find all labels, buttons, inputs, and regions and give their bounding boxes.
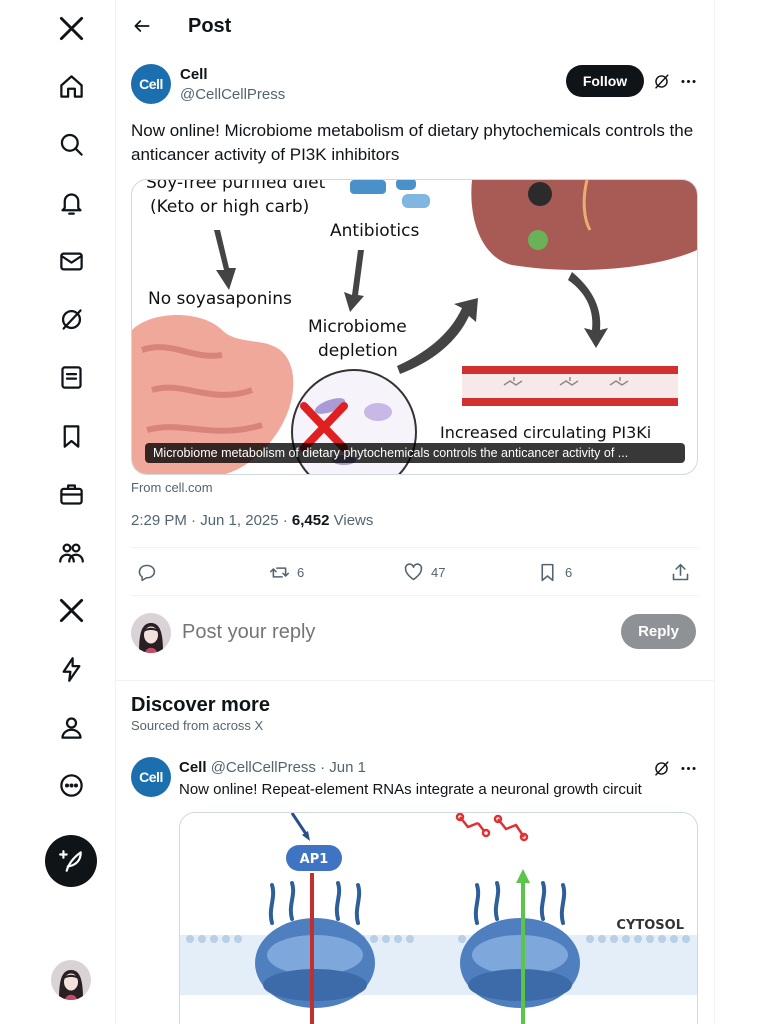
reply-action[interactable] bbox=[136, 560, 164, 584]
more-icon[interactable] bbox=[48, 762, 94, 808]
verified-orgs-icon[interactable] bbox=[48, 646, 94, 692]
jobs-icon[interactable] bbox=[48, 471, 94, 517]
post-image[interactable]: Soy-free purified diet (Keto or high car… bbox=[131, 179, 698, 475]
discover-subtitle: Sourced from across X bbox=[131, 718, 264, 733]
premium-icon[interactable] bbox=[48, 587, 94, 633]
bell-icon[interactable] bbox=[48, 180, 94, 226]
discover-title: Discover more bbox=[131, 694, 270, 716]
repost-action[interactable]: 6 bbox=[269, 560, 304, 584]
views-label: Views bbox=[329, 512, 374, 529]
like-count: 47 bbox=[431, 564, 446, 580]
label-ap1: AP1 bbox=[300, 852, 329, 867]
author-name[interactable]: Cell bbox=[180, 66, 208, 83]
label-increased-pi3ki: Increased circulating PI3Ki bbox=[440, 423, 651, 442]
bookmark-icon bbox=[541, 563, 554, 581]
heart-icon bbox=[404, 562, 423, 580]
compose-button[interactable] bbox=[45, 835, 97, 887]
label-microbiome: Microbiome bbox=[308, 317, 407, 337]
bookmark-action[interactable]: 6 bbox=[537, 560, 572, 584]
like-action[interactable]: 47 bbox=[403, 560, 445, 584]
account-avatar[interactable] bbox=[51, 960, 91, 1000]
page-title: Post bbox=[188, 15, 232, 37]
reply-avatar bbox=[131, 613, 171, 653]
lists-icon[interactable] bbox=[48, 354, 94, 400]
discover-post-text: Now online! Repeat-element RNAs integrat… bbox=[179, 781, 642, 798]
main-column: Post Cell Cell @CellCellPress Follow Now… bbox=[116, 0, 715, 1024]
search-icon[interactable] bbox=[48, 121, 94, 167]
back-arrow-icon bbox=[134, 20, 150, 32]
label-cytosol: CYTOSOL bbox=[616, 918, 684, 933]
reply-button[interactable]: Reply bbox=[621, 614, 696, 649]
discover-author-handle[interactable]: @CellCellPress bbox=[211, 759, 316, 776]
post-meta: 2:29 PM · Jun 1, 2025 · 6,452 Views bbox=[131, 512, 373, 529]
repost-icon bbox=[269, 566, 290, 578]
bookmark-count: 6 bbox=[565, 564, 573, 580]
action-bar: 6 47 6 bbox=[131, 547, 698, 596]
author-avatar[interactable]: Cell bbox=[131, 64, 171, 104]
views-count: 6,452 bbox=[291, 512, 330, 529]
discover-author-avatar[interactable]: Cell bbox=[131, 757, 171, 797]
label-no-soyasaponins: No soyasaponins bbox=[148, 289, 292, 309]
post-text: Now online! Microbiome metabolism of die… bbox=[131, 121, 694, 164]
grok-icon[interactable] bbox=[649, 756, 673, 780]
more-options-icon[interactable] bbox=[676, 69, 700, 93]
label-depletion: depletion bbox=[318, 341, 398, 361]
separator-dot: · bbox=[315, 759, 330, 776]
section-divider bbox=[116, 680, 714, 681]
profile-icon[interactable] bbox=[48, 704, 94, 750]
left-nav bbox=[0, 0, 116, 1024]
compose-icon bbox=[59, 850, 82, 872]
mail-icon[interactable] bbox=[48, 238, 94, 284]
image-caption: Microbiome metabolism of dietary phytoch… bbox=[145, 443, 685, 463]
discover-post-date[interactable]: Jun 1 bbox=[329, 759, 366, 776]
bookmark-icon[interactable] bbox=[48, 413, 94, 459]
avatar-logo-text: Cell bbox=[139, 769, 163, 785]
grok-icon[interactable] bbox=[649, 69, 673, 93]
graphical-abstract-illustration: Soy-free purified diet (Keto or high car… bbox=[132, 180, 697, 474]
discover-author-name[interactable]: Cell bbox=[179, 759, 207, 776]
home-icon[interactable] bbox=[48, 63, 94, 109]
repost-count: 6 bbox=[297, 564, 305, 580]
label-diet: Soy-free purified diet bbox=[146, 180, 326, 193]
x-logo-icon[interactable] bbox=[48, 5, 94, 51]
discover-post-header: Cell @CellCellPress · Jun 1 bbox=[179, 759, 366, 776]
post-timestamp[interactable]: 2:29 PM · Jun 1, 2025 · bbox=[131, 512, 292, 529]
label-diet-type: (Keto or high carb) bbox=[150, 197, 309, 217]
membrane-illustration: AP1 CYTOSOL bbox=[180, 813, 697, 1024]
label-antibiotics: Antibiotics bbox=[330, 221, 419, 241]
discover-post-image[interactable]: AP1 CYTOSOL bbox=[179, 812, 698, 1024]
share-action[interactable] bbox=[670, 560, 698, 584]
follow-button[interactable]: Follow bbox=[566, 65, 644, 97]
share-icon bbox=[672, 563, 689, 580]
avatar-logo-text: Cell bbox=[139, 76, 163, 92]
link-source[interactable]: From cell.com bbox=[131, 480, 213, 495]
grok-icon[interactable] bbox=[48, 296, 94, 342]
author-handle[interactable]: @CellCellPress bbox=[180, 86, 285, 103]
communities-icon[interactable] bbox=[48, 529, 94, 575]
reply-input[interactable] bbox=[182, 616, 602, 648]
more-options-icon[interactable] bbox=[676, 756, 700, 780]
post-header: Post bbox=[116, 0, 714, 53]
back-button[interactable] bbox=[130, 11, 154, 41]
reply-icon bbox=[138, 564, 156, 581]
